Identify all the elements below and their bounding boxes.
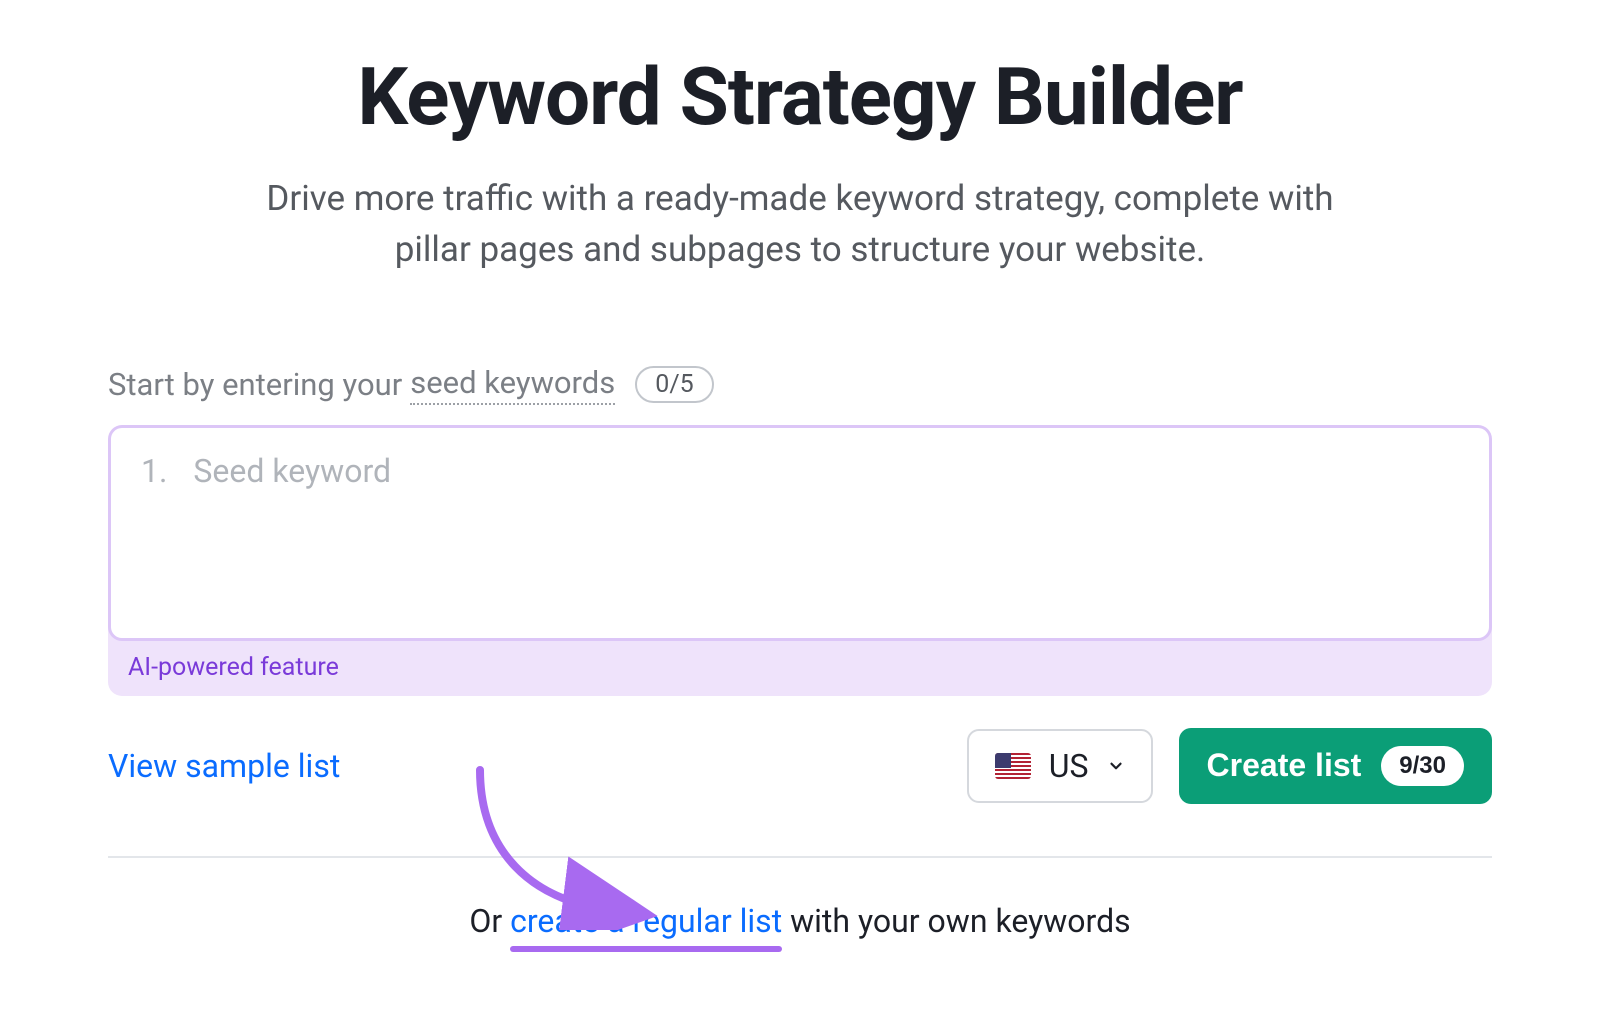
create-list-label: Create list bbox=[1207, 747, 1362, 784]
create-list-count: 9/30 bbox=[1381, 746, 1464, 786]
seed-count-badge: 0/5 bbox=[635, 366, 713, 403]
view-sample-link[interactable]: View sample list bbox=[108, 747, 340, 785]
alternate-option-row: Or create a regular list with your own k… bbox=[108, 902, 1492, 940]
us-flag-icon bbox=[995, 753, 1031, 779]
seed-keyword-input[interactable]: 1. Seed keyword bbox=[108, 425, 1492, 641]
seed-prompt-term: seed keywords bbox=[410, 364, 615, 405]
seed-input-panel: 1. Seed keyword AI-powered feature bbox=[108, 425, 1492, 696]
country-code: US bbox=[1049, 747, 1089, 785]
seed-prompt-prefix: Start by entering your bbox=[108, 366, 402, 403]
country-select[interactable]: US bbox=[967, 729, 1153, 803]
alt-suffix: with your own keywords bbox=[782, 902, 1131, 940]
seed-index: 1. bbox=[141, 452, 167, 490]
chevron-down-icon bbox=[1107, 757, 1125, 775]
create-regular-list-link[interactable]: create a regular list bbox=[510, 902, 782, 940]
controls-row: View sample list US Create list 9/30 bbox=[108, 728, 1492, 804]
seed-placeholder: Seed keyword bbox=[193, 452, 391, 490]
seed-prompt-row: Start by entering your seed keywords 0/5 bbox=[108, 364, 1492, 405]
section-divider bbox=[108, 856, 1492, 858]
create-list-button[interactable]: Create list 9/30 bbox=[1179, 728, 1492, 804]
alt-prefix: Or bbox=[469, 902, 510, 940]
ai-feature-label: AI-powered feature bbox=[108, 641, 1492, 696]
page-title: Keyword Strategy Builder bbox=[108, 50, 1492, 144]
page-subtitle: Drive more traffic with a ready-made key… bbox=[230, 174, 1370, 276]
